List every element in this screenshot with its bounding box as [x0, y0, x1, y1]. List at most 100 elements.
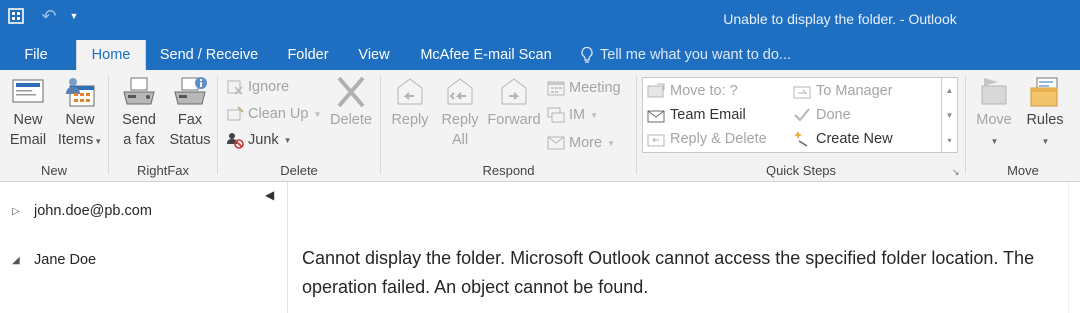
tell-me-text: Tell me what you want to do... — [600, 47, 792, 63]
fax-machine-icon — [123, 77, 155, 105]
undo-icon[interactable]: ↶ — [38, 4, 60, 28]
tab-home[interactable]: Home — [76, 40, 146, 70]
junk-label: Junk — [248, 132, 279, 148]
move-button[interactable]: Move ▼ — [972, 74, 1016, 152]
window-title: Unable to display the folder. - Outlook — [723, 11, 957, 27]
fax-status-label-1: Fax — [177, 112, 203, 128]
ribbon: New Email New Items▼ New Send a fax Fax … — [0, 70, 1080, 182]
reply-label: Reply — [391, 112, 429, 128]
junk-icon — [227, 133, 244, 149]
tab-view[interactable]: View — [348, 40, 400, 70]
im-icon — [547, 107, 565, 123]
fax-status-button[interactable]: Fax Status — [165, 74, 215, 150]
new-items-button[interactable]: New Items▼ — [52, 74, 108, 152]
group-label-move: Move — [1007, 163, 1039, 178]
reply-all-icon — [447, 78, 473, 105]
meeting-label: Meeting — [569, 80, 621, 96]
group-label-quick-steps: Quick Steps — [765, 163, 837, 178]
account-name: Jane Doe — [34, 252, 97, 268]
move-label: Move — [976, 112, 1012, 128]
ignore-icon — [227, 80, 243, 95]
lightbulb-icon — [581, 46, 593, 63]
chevron-down-icon: ▼ — [590, 110, 599, 120]
delete-button[interactable]: Delete — [324, 74, 378, 130]
move-folder-icon — [981, 78, 1007, 105]
send-fax-label-2: a fax — [123, 132, 155, 148]
tell-me-search[interactable]: Tell me what you want to do... — [580, 40, 791, 70]
new-items-label-2: Items — [57, 132, 94, 148]
chevron-down-icon: ▼ — [607, 138, 615, 148]
more-respond-button[interactable]: More ▼ — [547, 132, 615, 154]
delete-label: Delete — [330, 112, 372, 128]
ribbon-tab-bar: File Home Send / Receive Folder View McA… — [0, 40, 1080, 70]
group-label-rightfax: RightFax — [136, 163, 190, 178]
group-rightfax: Send a fax Fax Status RightFax — [109, 70, 217, 182]
im-label: IM — [569, 107, 586, 123]
forward-button[interactable]: Forward — [485, 74, 543, 130]
chevron-down-icon: ▼ — [990, 137, 999, 146]
reply-button[interactable]: Reply — [385, 74, 435, 130]
new-items-icon — [66, 78, 95, 107]
group-delete: Ignore Clean Up ▼ Junk ▼ Delete Delete — [218, 70, 380, 182]
im-button[interactable]: IM ▼ — [547, 104, 598, 126]
more-label: More — [569, 135, 603, 151]
send-fax-button[interactable]: Send a fax — [113, 74, 165, 150]
tab-mcafee-email-scan[interactable]: McAfee E-mail Scan — [410, 40, 562, 70]
new-email-button[interactable]: New Email — [4, 74, 52, 150]
ignore-label: Ignore — [248, 79, 290, 95]
junk-button[interactable]: Junk ▼ — [226, 129, 292, 151]
reply-icon — [397, 78, 423, 105]
group-label-respond: Respond — [482, 163, 535, 178]
meeting-button[interactable]: Meeting — [547, 77, 621, 99]
rules-icon — [1030, 77, 1058, 107]
rules-label: Rules — [1026, 112, 1064, 128]
reply-all-label-2: All — [451, 132, 469, 148]
send-fax-label-1: Send — [122, 112, 156, 128]
dialog-launcher-icon[interactable]: ↘ — [952, 167, 962, 177]
fax-status-icon — [174, 77, 207, 105]
minimize-folder-pane-icon[interactable]: ◀ — [265, 188, 274, 202]
group-label-new: New — [40, 163, 67, 178]
chevron-down-icon: ▼ — [313, 109, 322, 119]
fax-status-label-2: Status — [169, 132, 211, 148]
new-email-label-2: Email — [9, 132, 47, 148]
new-items-label-1: New — [65, 112, 95, 128]
expand-arrow-icon[interactable]: ▷ — [12, 206, 22, 217]
ignore-button[interactable]: Ignore — [226, 76, 289, 98]
group-label-delete: Delete — [280, 163, 318, 178]
account-name: john.doe@pb.com — [34, 203, 152, 219]
reply-all-label-1: Reply — [441, 112, 479, 128]
delete-x-icon — [337, 76, 365, 108]
chevron-down-icon: ▼ — [1041, 137, 1050, 146]
chevron-down-icon: ▼ — [283, 135, 292, 145]
more-respond-icon — [547, 136, 565, 150]
meeting-icon — [547, 81, 565, 96]
clean-up-label: Clean Up — [248, 106, 309, 122]
reading-area: Cannot display the folder. Microsoft Out… — [289, 182, 1080, 313]
chevron-down-icon: ▼ — [94, 137, 103, 146]
account-item-jane-doe[interactable]: ◢ Jane Doe — [12, 252, 96, 268]
collapse-arrow-icon[interactable]: ◢ — [12, 255, 22, 266]
vertical-scrollbar[interactable] — [1068, 182, 1080, 313]
clean-up-button[interactable]: Clean Up ▼ — [226, 103, 321, 125]
rules-button[interactable]: Rules ▼ — [1020, 74, 1070, 152]
group-quick-steps: Quick Steps — [637, 70, 965, 182]
tab-file[interactable]: File — [10, 40, 62, 70]
customize-quick-access-icon[interactable]: ▼ — [66, 4, 82, 28]
new-email-label-1: New — [13, 112, 43, 128]
outlook-app-icon[interactable] — [6, 4, 26, 28]
forward-icon — [501, 78, 527, 105]
group-respond: Reply Reply All Forward Meeting IM ▼ More… — [381, 70, 636, 182]
group-new: New Email New Items▼ New — [0, 70, 108, 182]
group-move: Move ▼ Rules ▼ Move — [966, 70, 1080, 182]
account-item-john-doe[interactable]: ▷ john.doe@pb.com — [12, 203, 152, 219]
tab-send-receive[interactable]: Send / Receive — [152, 40, 266, 70]
new-email-icon — [12, 79, 44, 103]
error-message: Cannot display the folder. Microsoft Out… — [302, 248, 1035, 297]
title-bar: ↶ ▼ Unable to display the folder. - Outl… — [0, 0, 1080, 40]
folder-pane: ◀ ▷ john.doe@pb.com ◢ Jane Doe — [0, 182, 288, 313]
reply-all-button[interactable]: Reply All — [435, 74, 485, 150]
forward-label: Forward — [487, 112, 541, 128]
clean-up-icon — [227, 106, 244, 121]
tab-folder[interactable]: Folder — [276, 40, 340, 70]
